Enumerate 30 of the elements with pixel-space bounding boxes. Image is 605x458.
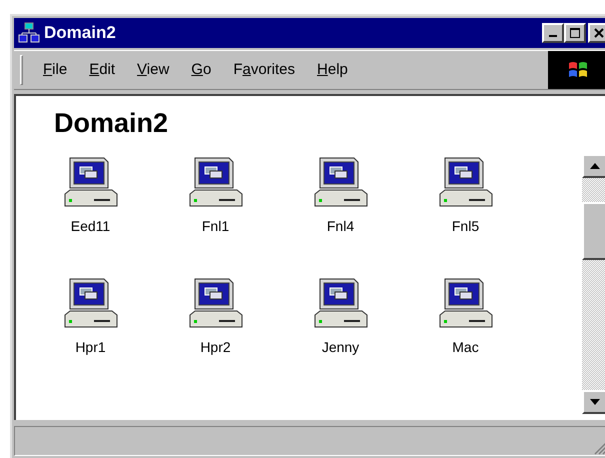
minimize-button[interactable] xyxy=(542,23,564,43)
computer-label[interactable]: Mac xyxy=(452,337,479,358)
close-button[interactable] xyxy=(588,23,605,43)
computer-label[interactable]: Fnl5 xyxy=(452,216,480,237)
menu-item[interactable]: Edit xyxy=(89,58,116,82)
scroll-down-button[interactable] xyxy=(582,390,605,414)
windows-logo-icon xyxy=(567,60,589,80)
scroll-up-button[interactable] xyxy=(582,154,605,178)
computer-label[interactable]: Fnl1 xyxy=(202,216,230,237)
menu-item[interactable]: Help xyxy=(317,58,348,82)
network-icon xyxy=(18,22,40,44)
computer-label[interactable]: Eed11 xyxy=(70,216,110,237)
menu-item[interactable]: Favorites xyxy=(233,58,296,82)
menu-item[interactable]: Go xyxy=(191,58,212,82)
menu-item[interactable]: File xyxy=(43,58,68,82)
maximize-button[interactable] xyxy=(564,23,586,43)
computer-label[interactable]: Fnl4 xyxy=(326,216,354,237)
folder-heading: Domain2 xyxy=(54,107,170,140)
scroll-thumb[interactable] xyxy=(582,202,605,260)
window-title: Domain2 xyxy=(44,22,117,44)
scrollbar[interactable] xyxy=(582,154,605,414)
down-arrow-icon xyxy=(590,399,600,405)
computer-label[interactable]: Hpr2 xyxy=(200,337,231,358)
resize-grip-icon[interactable] xyxy=(593,441,605,455)
maximize-icon xyxy=(570,28,580,38)
close-icon xyxy=(594,28,604,38)
menu-item[interactable]: View xyxy=(137,58,170,82)
up-arrow-icon xyxy=(590,163,600,169)
computer-label[interactable]: Hpr1 xyxy=(75,337,106,358)
computer-label[interactable]: Jenny xyxy=(322,337,360,358)
